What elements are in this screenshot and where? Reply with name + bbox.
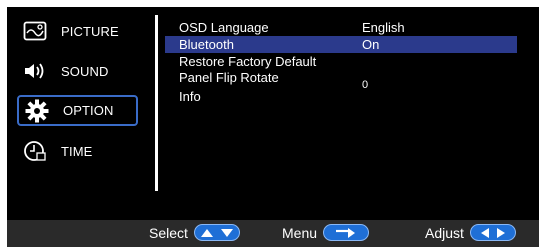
up-down-pill[interactable] [193,224,240,241]
menu-hint-label: Menu [282,224,318,241]
menu-item-label: TIME [61,143,93,159]
adjust-hint-label: Adjust [425,224,464,241]
menu-item-time[interactable]: TIME [21,137,143,165]
option-value: On [362,37,380,52]
menu-item-option[interactable]: OPTION [17,95,138,126]
bottom-hint-bar: Select Menu Adjust [7,220,539,247]
menu-pill[interactable] [323,224,370,241]
speaker-icon [21,59,49,83]
option-label: Bluetooth [179,37,234,52]
option-row-bluetooth[interactable]: Bluetooth On [165,36,517,53]
menu-item-label: OPTION [63,103,114,118]
adjust-hint: Adjust [425,224,516,241]
down-arrow-icon [220,228,233,237]
option-label: OSD Language [179,20,269,35]
select-hint-label: Select [149,224,188,241]
picture-icon [21,19,49,43]
right-arrow-icon [496,227,505,238]
option-row-restore-factory-default[interactable]: Restore Factory Default [165,53,517,70]
menu-hint: Menu [282,224,370,241]
select-hint: Select [149,224,240,241]
option-value: English [362,20,405,35]
menu-item-picture[interactable]: PICTURE [21,17,143,45]
up-arrow-icon [200,228,213,237]
options-list: OSD Language English Bluetooth On Restor… [165,19,517,105]
left-arrow-icon [480,227,489,238]
option-row-osd-language[interactable]: OSD Language English [165,19,517,36]
menu-item-label: PICTURE [61,23,119,39]
osd-main-menu: PICTURE SOUND OPTION TIME [7,7,157,207]
option-label: Panel Flip Rotate [179,70,279,85]
gear-icon [23,99,51,123]
return-arrow-icon [336,227,356,238]
osd-screen: PICTURE SOUND OPTION TIME OSD Language E… [7,7,539,247]
menu-item-sound[interactable]: SOUND [21,57,143,85]
option-row-info[interactable]: Info [165,88,517,105]
option-label: Restore Factory Default [179,54,317,69]
clock-icon [21,139,49,163]
menu-divider [155,15,158,191]
menu-item-label: SOUND [61,63,109,79]
option-label: Info [179,89,201,104]
left-right-pill[interactable] [469,224,516,241]
